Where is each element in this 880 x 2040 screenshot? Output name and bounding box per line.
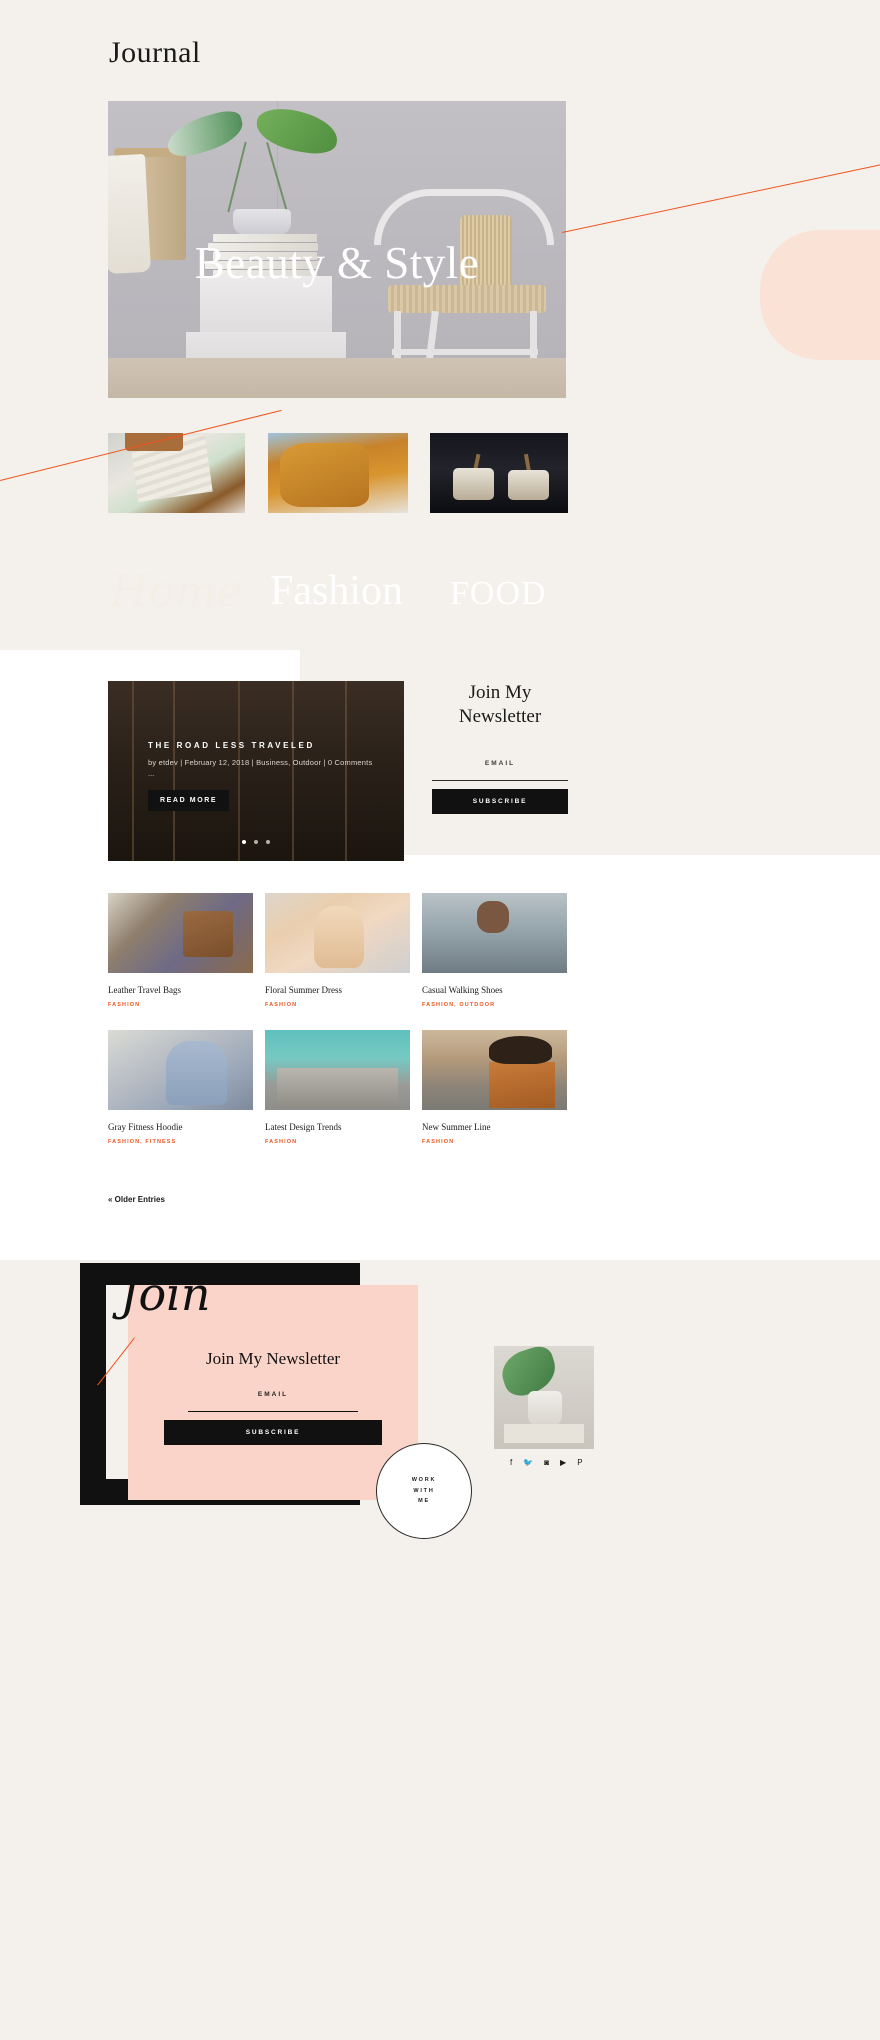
cta-email-input[interactable] — [188, 1402, 358, 1412]
footer-side-image — [494, 1346, 594, 1449]
post-card[interactable]: Latest Design Trends FASHION — [265, 1030, 410, 1145]
post-grid: Leather Travel Bags FASHION Floral Summe… — [108, 893, 568, 1167]
category-card-home[interactable]: Home — [108, 433, 245, 611]
newsletter-title-line2: Newsletter — [458, 706, 542, 728]
twitter-icon[interactable]: 🐦 — [523, 1459, 533, 1467]
post-card[interactable]: New Summer Line FASHION — [422, 1030, 567, 1145]
post-thumbnail — [108, 1030, 253, 1110]
post-thumbnail — [265, 1030, 410, 1110]
category-label-fashion: Fashion — [270, 568, 404, 611]
post-title: Floral Summer Dress — [265, 985, 342, 995]
pinterest-icon[interactable]: P — [577, 1459, 582, 1467]
slider-dots[interactable] — [108, 831, 404, 849]
facebook-icon[interactable]: f — [510, 1459, 512, 1467]
cta-form: Join My Newsletter EMAIL SUBSCRIBE — [128, 1349, 418, 1445]
category-label-home: Home — [110, 566, 243, 611]
slider-dot-1[interactable] — [241, 840, 246, 844]
post-card[interactable]: Gray Fitness Hoodie FASHION, FITNESS — [108, 1030, 253, 1145]
page-root: Journal Beauty & Style Home Fashion FOOD… — [0, 0, 880, 2040]
hero-banner[interactable]: Beauty & Style — [108, 101, 566, 398]
slider-dot-3[interactable] — [266, 840, 271, 844]
instagram-icon[interactable]: ◙ — [544, 1459, 549, 1467]
cta-section: Join Join My Newsletter EMAIL SUBSCRIBE … — [80, 1263, 800, 1539]
decorative-blob — [760, 230, 880, 360]
social-links: f 🐦 ◙ ▶ P — [510, 1459, 583, 1467]
post-category[interactable]: FASHION — [265, 1002, 410, 1008]
slider-post-excerpt: ... — [148, 769, 155, 778]
post-category[interactable]: FASHION, FITNESS — [108, 1139, 253, 1145]
badge-line-2: WITH — [413, 1487, 435, 1494]
newsletter-email-label: EMAIL — [484, 759, 516, 767]
post-thumbnail — [422, 1030, 567, 1110]
newsletter-subscribe-button[interactable]: SUBSCRIBE — [432, 788, 568, 814]
post-title: Leather Travel Bags — [108, 985, 181, 995]
category-card-fashion[interactable]: Fashion — [268, 433, 408, 611]
post-title: Casual Walking Shoes — [422, 985, 503, 995]
slider-post-title: THE ROAD LESS TRAVELED — [148, 741, 315, 750]
newsletter-widget: Join My Newsletter EMAIL SUBSCRIBE — [432, 681, 568, 814]
post-title: New Summer Line — [422, 1122, 491, 1132]
post-category[interactable]: FASHION — [108, 1002, 253, 1008]
slider-post-meta: by etdev | February 12, 2018 | Business,… — [148, 758, 373, 767]
page-title: Journal — [109, 36, 201, 69]
cta-subscribe-button[interactable]: SUBSCRIBE — [164, 1420, 382, 1445]
post-card[interactable]: Casual Walking Shoes FASHION, OUTDOOR — [422, 893, 567, 1008]
post-thumbnail — [265, 893, 410, 973]
youtube-icon[interactable]: ▶ — [560, 1459, 566, 1467]
category-label-food: FOOD — [450, 575, 547, 611]
post-category[interactable]: FASHION, OUTDOOR — [422, 1002, 567, 1008]
post-card[interactable]: Floral Summer Dress FASHION — [265, 893, 410, 1008]
post-title: Latest Design Trends — [265, 1122, 342, 1132]
slider-dot-2[interactable] — [254, 840, 258, 844]
post-grid-row-2: Gray Fitness Hoodie FASHION, FITNESS Lat… — [108, 1030, 568, 1145]
newsletter-email-input[interactable] — [432, 771, 568, 781]
post-category[interactable]: FASHION — [422, 1139, 567, 1145]
cta-title: Join My Newsletter — [205, 1349, 341, 1368]
post-card[interactable]: Leather Travel Bags FASHION — [108, 893, 253, 1008]
category-card-food[interactable]: FOOD — [430, 433, 568, 611]
newsletter-title: Join My Newsletter — [432, 681, 568, 730]
decorative-diagonal-top — [562, 163, 880, 233]
cta-email-label: EMAIL — [257, 1391, 289, 1398]
post-thumbnail — [422, 893, 567, 973]
hero-title: Beauty & Style — [194, 238, 480, 288]
badge-line-3: ME — [418, 1498, 430, 1505]
read-more-button[interactable]: READ MORE — [148, 790, 230, 811]
newsletter-title-line1: Join My — [468, 682, 532, 703]
featured-post-slider[interactable]: THE ROAD LESS TRAVELED by etdev | Februa… — [108, 681, 404, 861]
post-category[interactable]: FASHION — [265, 1139, 410, 1145]
work-with-me-badge[interactable]: WORK WITH ME — [376, 1443, 472, 1539]
category-cards: Home Fashion FOOD — [108, 433, 568, 611]
older-entries-link[interactable]: « Older Entries — [108, 1195, 165, 1204]
post-thumbnail — [108, 893, 253, 973]
post-title: Gray Fitness Hoodie — [108, 1122, 183, 1132]
cta-script-word: Join — [120, 1267, 211, 1321]
post-grid-row-1: Leather Travel Bags FASHION Floral Summe… — [108, 893, 568, 1008]
badge-line-1: WORK — [411, 1477, 437, 1484]
